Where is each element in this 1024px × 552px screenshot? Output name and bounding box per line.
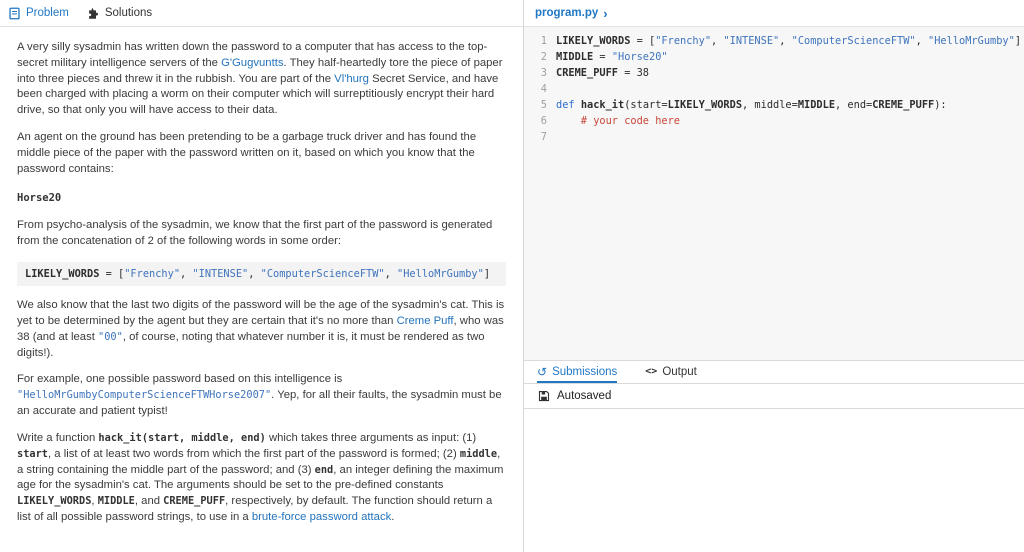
problem-paragraph: An agent on the ground has been pretendi…	[17, 130, 506, 177]
chevron-right-icon[interactable]: ›	[603, 7, 607, 20]
problem-text: , and	[134, 495, 164, 508]
line-number: 4	[540, 83, 547, 95]
source-line[interactable]: CREME_PUFF = 38	[556, 65, 1024, 81]
autosave-row: Autosaved	[524, 384, 1024, 409]
source-line[interactable]	[556, 129, 1024, 145]
tab-problem[interactable]: Problem	[8, 0, 69, 26]
problem-panel: Problem Solutions A very silly sysadmin …	[0, 0, 524, 552]
problem-link[interactable]: Vl'hurg	[334, 73, 369, 85]
tab-problem-label: Problem	[26, 7, 69, 19]
document-icon	[8, 7, 21, 20]
line-number: 5	[540, 99, 547, 111]
left-tabbar: Problem Solutions	[0, 0, 523, 27]
code-editor[interactable]: 1 2 3 4 5 6 7 LIKELY_WORDS = ["Frenchy", "INTE…	[524, 27, 1024, 360]
source-line[interactable]: MIDDLE = "Horse20"	[556, 49, 1024, 65]
inline-code: LIKELY_WORDS	[17, 495, 92, 508]
tab-solutions-label: Solutions	[104, 7, 153, 19]
line-number: 2	[540, 51, 547, 63]
line-number: 3	[540, 67, 547, 79]
inline-code: start	[17, 447, 48, 460]
inline-code: end	[314, 463, 334, 476]
editor-panel: program.py › 1 2 3 4 5 6 7 LIKELY_WORDS = ["Fr…	[524, 0, 1024, 552]
problem-paragraph: From psycho-analysis of the sysadmin, we…	[17, 218, 506, 250]
problem-content: A very silly sysadmin has written down t…	[0, 27, 523, 537]
puzzle-icon	[87, 7, 100, 20]
source-line[interactable]: LIKELY_WORDS = ["Frenchy", "INTENSE", "C…	[556, 33, 1024, 49]
inline-code: middle	[459, 447, 498, 460]
code-icon: <>	[645, 366, 658, 377]
problem-paragraph: Write a function hack_it(start, middle, …	[17, 431, 506, 526]
problem-paragraph: A very silly sysadmin has written down t…	[17, 40, 506, 119]
problem-paragraph: We also know that the last two digits of…	[17, 298, 506, 361]
code-block: LIKELY_WORDS = ["Frenchy", "INTENSE", "C…	[17, 261, 506, 287]
inline-code: MIDDLE	[97, 495, 135, 508]
tab-output-label: Output	[662, 366, 697, 378]
autosave-label: Autosaved	[557, 390, 612, 402]
problem-text: Write a function	[17, 431, 99, 444]
tab-submissions-label: Submissions	[552, 366, 618, 378]
floppy-icon	[538, 390, 550, 402]
problem-text: .	[391, 510, 395, 523]
line-number: 7	[540, 131, 547, 143]
inline-code: CREME_PUFF	[163, 495, 226, 508]
source-line[interactable]	[556, 81, 1024, 97]
bottom-tabbar: ↺ Submissions <> Output	[524, 360, 1024, 384]
editor-gutter: 1 2 3 4 5 6 7	[524, 33, 556, 360]
source-line[interactable]: def hack_it(start=LIKELY_WORDS, middle=M…	[556, 97, 1024, 113]
editor-header: program.py ›	[524, 0, 1024, 27]
tab-solutions[interactable]: Solutions	[87, 0, 152, 26]
problem-text: For example, one possible password based…	[17, 373, 343, 386]
source-line[interactable]: # your code here	[556, 113, 1024, 129]
problem-text: An agent on the ground has been pretendi…	[17, 131, 477, 175]
problem-text: which takes three arguments as input: (1…	[265, 431, 477, 444]
editor-code[interactable]: LIKELY_WORDS = ["Frenchy", "INTENSE", "C…	[556, 33, 1024, 360]
inline-code-line: Horse20	[17, 191, 62, 204]
problem-link[interactable]: brute-force password attack	[252, 511, 391, 523]
tab-submissions[interactable]: ↺ Submissions	[537, 361, 617, 383]
editor-filename[interactable]: program.py	[535, 7, 598, 19]
problem-link[interactable]: Creme Puff	[397, 315, 454, 327]
bottom-spacer	[524, 409, 1024, 552]
inline-code: hack_it(start, middle, end)	[98, 431, 266, 444]
inline-code: "HelloMrGumbyComputerScienceFTWHorse2007…	[17, 389, 272, 402]
inline-code: "00"	[98, 330, 123, 343]
problem-paragraph: For example, one possible password based…	[17, 372, 506, 419]
app: Problem Solutions A very silly sysadmin …	[0, 0, 1024, 552]
problem-text: , a list of at least two words from whic…	[48, 447, 460, 460]
line-number: 6	[540, 115, 547, 127]
problem-link[interactable]: G'Gugvuntts	[221, 57, 283, 69]
problem-text: From psycho-analysis of the sysadmin, we…	[17, 219, 493, 247]
history-icon: ↺	[537, 365, 548, 379]
line-number: 1	[540, 35, 547, 47]
tab-output[interactable]: <> Output	[645, 361, 697, 383]
